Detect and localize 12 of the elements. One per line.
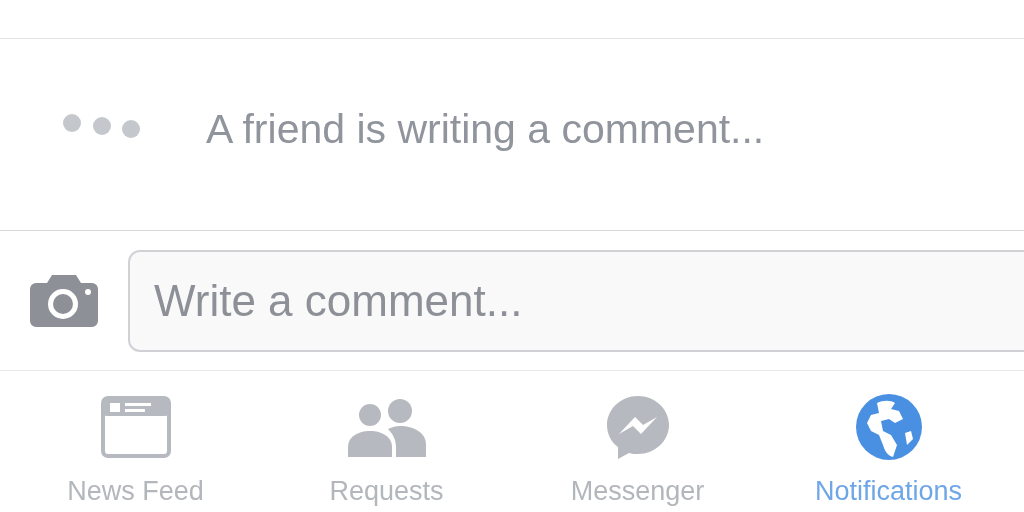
- news-feed-icon: [100, 396, 171, 458]
- tab-bar-item[interactable]: News Feed: [10, 371, 261, 512]
- comment-input-field[interactable]: Write a comment...: [128, 249, 1024, 352]
- tab-bar-item[interactable]: Notifications: [763, 371, 1014, 512]
- tab-bar-item[interactable]: Messenger: [512, 371, 763, 512]
- typing-indicator-text: A friend is writing a comment...: [206, 104, 765, 154]
- people-icon: [347, 397, 426, 457]
- globe-icon: [854, 393, 923, 461]
- messenger-icon: [604, 394, 671, 460]
- tab-bar-item[interactable]: Requests: [261, 371, 512, 512]
- camera-icon[interactable]: [30, 274, 98, 327]
- typing-dots-icon: [62, 113, 142, 138]
